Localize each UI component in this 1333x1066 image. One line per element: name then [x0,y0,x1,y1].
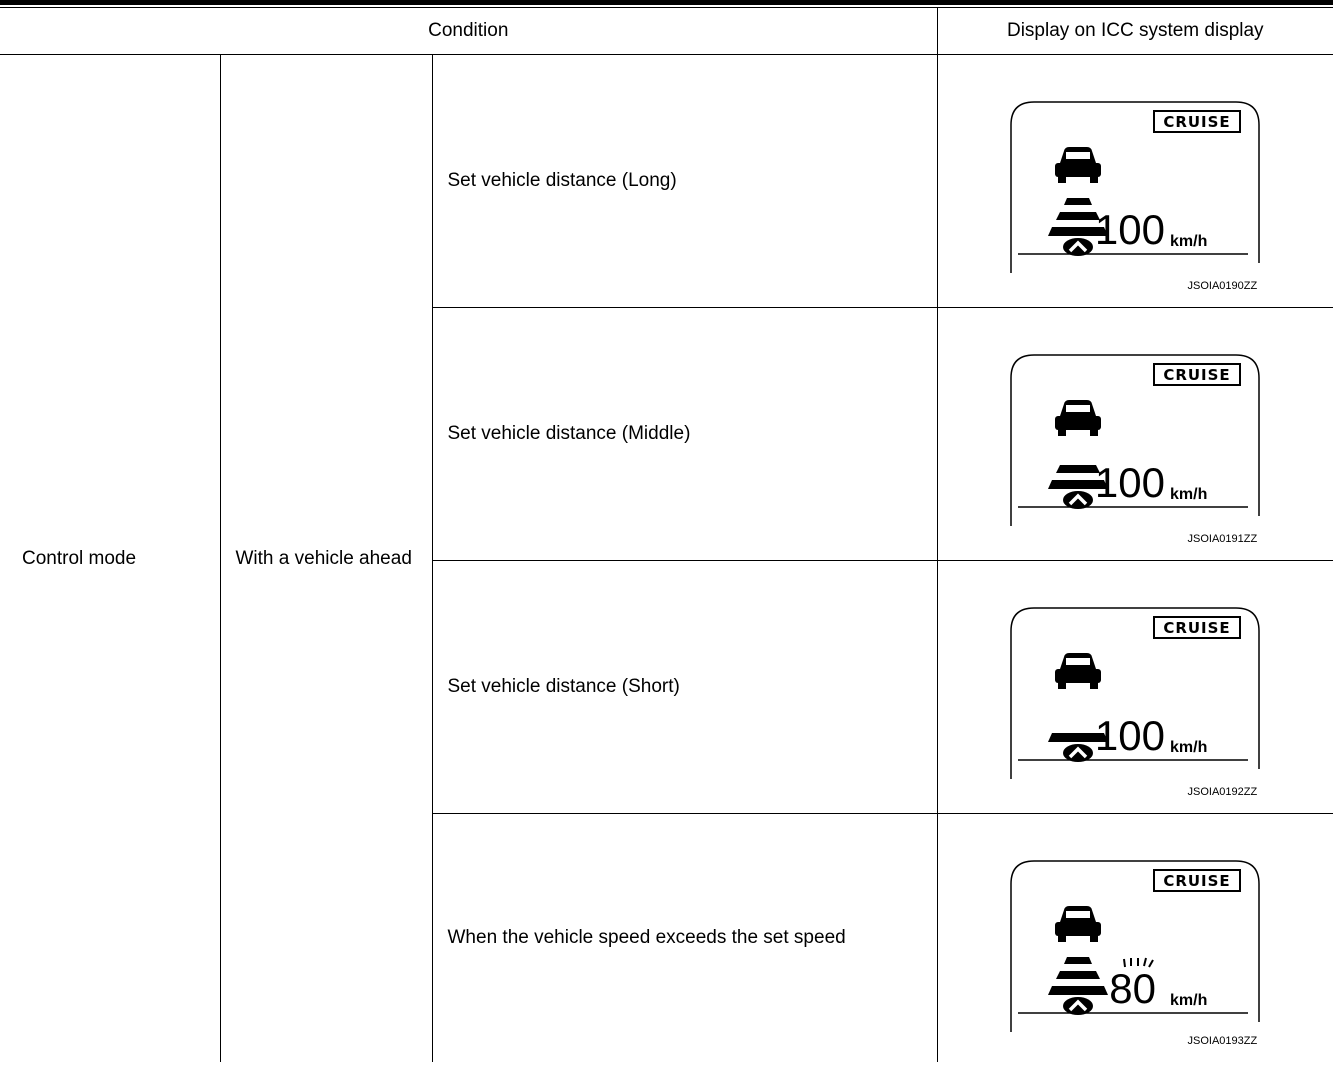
icc-display-table: Condition Display on ICC system display … [0,8,1333,1062]
distance-bar-icon [1047,986,1108,995]
icc-display-figure: CRUISE 100 km/h JSOIA0190ZZ [938,55,1333,307]
speed-unit: km/h [1170,233,1207,250]
cruise-badge-label: CRUISE [1163,619,1230,637]
display-screen: CRUISE 100 km/h [1009,354,1260,526]
set-speed-value: 100 [1094,206,1164,253]
distance-bar-icon [1055,465,1100,473]
figure-code: JSOIA0191ZZ [1187,533,1258,545]
distance-bar-icon [1063,957,1092,964]
icc-display-figure: CRUISE 100 km/h JSOIA0191ZZ [938,308,1333,560]
distance-bar-icon [1055,971,1100,979]
display-screen: CRUISE 100 km/h [1009,607,1260,779]
set-speed-value: 100 [1094,712,1164,759]
figure-code: JSOIA0190ZZ [1187,280,1258,292]
figure-code: JSOIA0192ZZ [1187,786,1258,798]
vehicle-ahead-cell: With a vehicle ahead [220,54,433,1062]
car-ahead-icon [1054,906,1101,942]
own-vehicle-icon [1062,744,1093,762]
own-vehicle-icon [1062,238,1093,256]
table-row: Control mode With a vehicle ahead Set ve… [0,54,1333,1062]
display-cell: CRUISE 100 km/h JSOIA0192ZZ [937,560,1333,814]
own-vehicle-icon [1062,491,1093,509]
car-ahead-icon [1054,400,1101,436]
display-screen: CRUISE 100 km/h [1009,101,1260,273]
distance-bar-icon [1063,198,1092,205]
cruise-badge-label: CRUISE [1163,113,1230,131]
condition-cell: Set vehicle distance (Short) [432,560,938,814]
display-cell: CRUISE 100 km/h JSOIA0191ZZ [937,307,1333,561]
icc-display-figure: CRUISE 80 km/h JSOIA0193ZZ [938,814,1333,1066]
icc-display-figure: CRUISE 100 km/h JSOIA0192ZZ [938,561,1333,813]
display-cell: CRUISE 100 km/h JSOIA0190ZZ [937,54,1333,308]
header-display: Display on ICC system display [937,8,1333,55]
top-rule-thick [0,0,1333,5]
cruise-badge-label: CRUISE [1163,872,1230,890]
table-header-row: Condition Display on ICC system display [0,8,1333,55]
speed-unit: km/h [1170,739,1207,756]
condition-cell: When the vehicle speed exceeds the set s… [432,813,938,1062]
car-ahead-icon [1054,147,1101,183]
condition-cell: Set vehicle distance (Middle) [432,307,938,561]
display-screen: CRUISE 80 km/h [1009,860,1260,1032]
condition-cell: Set vehicle distance (Long) [432,54,938,308]
control-mode-cell: Control mode [0,54,221,1062]
own-vehicle-icon [1062,997,1093,1015]
cruise-badge-label: CRUISE [1163,366,1230,384]
distance-bar-icon [1055,212,1100,220]
set-speed-value: 100 [1094,459,1164,506]
car-ahead-icon [1054,653,1101,689]
set-speed-value: 80 [1109,965,1156,1012]
header-condition: Condition [0,8,938,55]
speed-unit: km/h [1170,992,1207,1009]
speed-unit: km/h [1170,486,1207,503]
figure-code: JSOIA0193ZZ [1187,1035,1258,1047]
display-cell: CRUISE 80 km/h JSOIA0193ZZ [937,814,1333,1063]
